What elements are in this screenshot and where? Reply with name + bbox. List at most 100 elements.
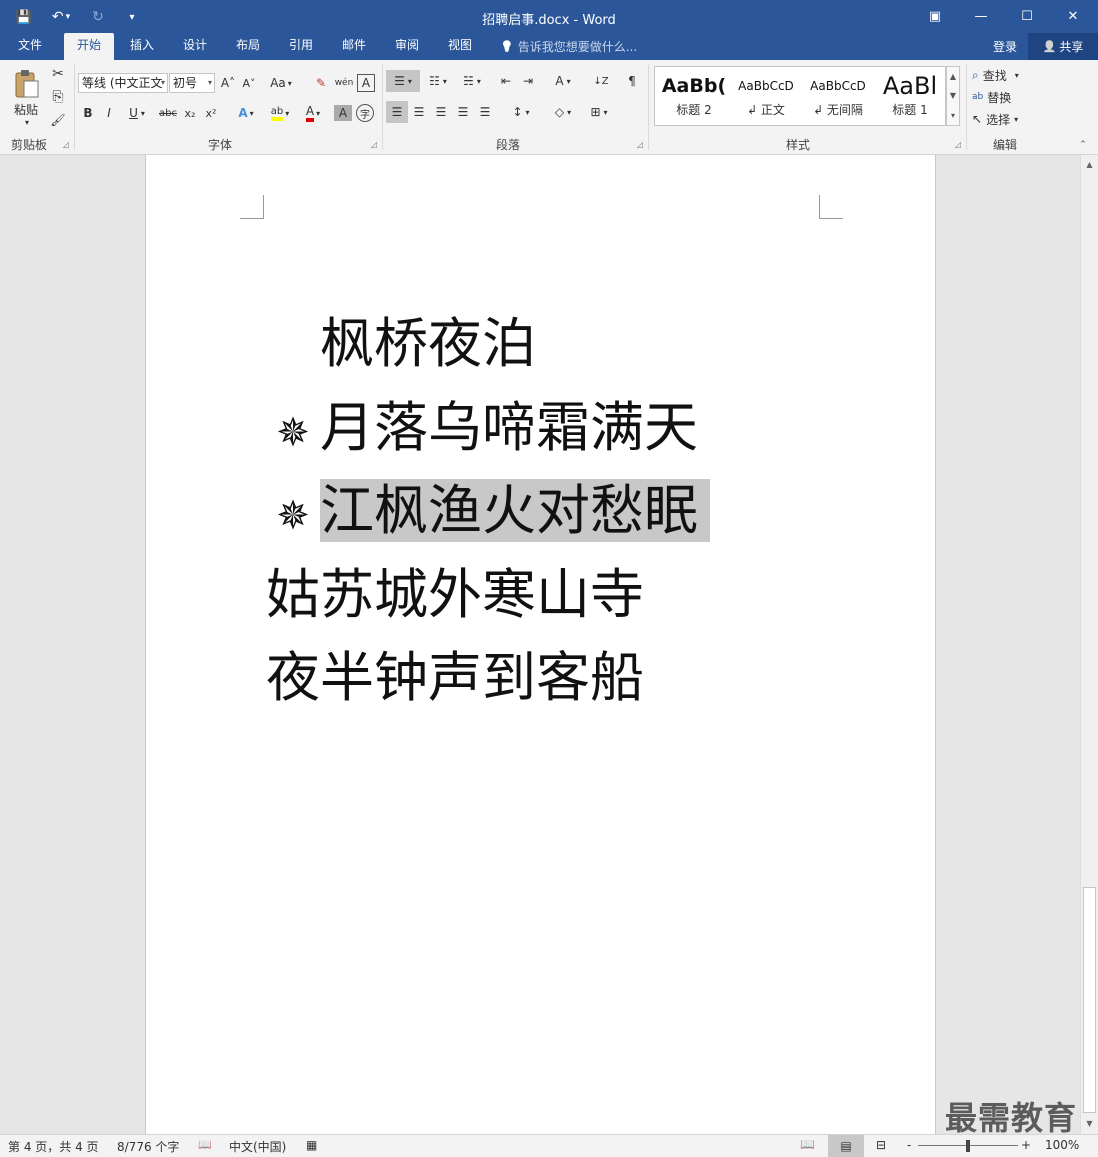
italic-button[interactable]: I [101,102,117,124]
select-dropdown-icon[interactable]: ▾ [1014,115,1018,124]
zoom-slider-thumb[interactable] [966,1140,970,1152]
asian-layout-button[interactable]: A ▾ [548,70,578,92]
document-line-bullet[interactable]: ✵ 月落乌啼霜满天 [266,386,698,470]
scroll-down-icon[interactable]: ▼ [1081,1116,1098,1132]
font-name-dropdown-icon[interactable]: ▾ [161,74,165,92]
multilevel-list-button[interactable]: ☵ ▾ [456,70,488,92]
tab-insert[interactable]: 插入 [118,33,166,60]
paragraph-shading-button[interactable]: ◇ ▾ [546,101,580,123]
vertical-scrollbar[interactable]: ▲ ▼ [1080,155,1098,1134]
tell-me-box[interactable]: 💡 告诉我您想要做什么... [500,38,637,55]
highlight-button[interactable]: ab ▾ [265,102,295,124]
align-left-icon[interactable]: ☰ [386,101,408,123]
grow-font-icon[interactable]: A˄ [219,72,237,94]
bullets-button[interactable]: ☰ ▾ [386,70,420,92]
document-line-bullet-selected[interactable]: ✵ 江枫渔火对愁眠 [266,469,710,553]
change-case-button[interactable]: Aa ▾ [266,72,296,94]
style-heading-1[interactable]: AaBl 标题 1 [874,71,946,123]
zoom-out-button[interactable]: - [907,1138,911,1152]
justify-icon[interactable]: ☰ [453,101,473,123]
word-count[interactable]: 8/776 个字 [117,1138,179,1155]
font-color-button[interactable]: A ▾ [298,102,328,124]
find-dropdown-icon[interactable]: ▾ [1015,71,1019,80]
bold-button[interactable]: B [80,102,96,124]
maximize-icon[interactable]: ☐ [1004,0,1050,33]
web-layout-icon[interactable]: ⊟ [876,1138,886,1152]
superscript-button[interactable]: x² [202,102,220,124]
paragraph-launcher-icon[interactable]: ◿ [634,138,646,150]
phonetic-guide-icon[interactable]: wén [333,72,355,94]
tab-review[interactable]: 审阅 [383,33,431,60]
subscript-button[interactable]: x₂ [181,102,199,124]
tab-layout[interactable]: 布局 [224,33,272,60]
tab-design[interactable]: 设计 [171,33,219,60]
select-button[interactable]: ↖ 选择 ▾ [972,108,1036,130]
highlight-dropdown-icon[interactable]: ▾ [285,109,289,118]
ribbon-display-options-icon[interactable]: ▣ [912,0,958,33]
multilevel-dropdown-icon[interactable]: ▾ [477,77,481,86]
character-shading-icon[interactable]: A [334,105,352,121]
format-painter-icon[interactable]: 🖌 [48,110,68,130]
replace-button[interactable]: ab 替换 [972,86,1028,108]
scroll-up-icon[interactable]: ▲ [1081,157,1098,173]
language-indicator[interactable]: 中文(中国) [229,1138,286,1155]
tab-view[interactable]: 视图 [436,33,484,60]
center-icon[interactable]: ☰ [409,101,429,123]
document-line-title[interactable]: 枫桥夜泊 [266,302,536,386]
sort-icon[interactable]: ↓Z [590,70,612,92]
strikethrough-button[interactable]: abc [157,102,179,124]
show-marks-icon[interactable]: ¶ [622,70,642,92]
distributed-icon[interactable]: ☰ [475,101,495,123]
zoom-in-button[interactable]: + [1021,1138,1031,1152]
font-launcher-icon[interactable]: ◿ [368,138,380,150]
copy-icon[interactable]: ⎘ [48,87,68,107]
character-border-icon[interactable]: A [357,74,375,92]
tab-references[interactable]: 引用 [277,33,325,60]
tab-home[interactable]: 开始 [64,33,114,60]
find-button[interactable]: ⌕ 查找 ▾ [972,64,1036,86]
clear-formatting-icon[interactable]: ✎ [311,72,331,94]
font-size-combo[interactable]: 初号 ▾ [169,73,215,93]
bullets-dropdown-icon[interactable]: ▾ [408,77,412,86]
borders-dropdown-icon[interactable]: ▾ [604,108,608,117]
shading-dropdown-icon[interactable]: ▾ [567,108,571,117]
style-normal[interactable]: AaBbCcD ↲ 正文 [730,71,802,123]
clipboard-launcher-icon[interactable]: ◿ [60,138,72,150]
font-color-dropdown-icon[interactable]: ▾ [316,109,320,118]
minimize-icon[interactable]: — [958,0,1004,33]
print-layout-icon[interactable]: ▤ [828,1135,864,1157]
share-button[interactable]: 👤 共享 [1028,33,1098,60]
paste-dropdown-icon[interactable]: ▾ [20,116,34,128]
underline-button[interactable]: U ▾ [124,102,150,124]
style-no-spacing[interactable]: AaBbCcD ↲ 无间隔 [802,71,874,123]
enclose-characters-icon[interactable]: 字 [356,104,374,122]
read-mode-icon[interactable]: 📖 [800,1137,816,1153]
document-page[interactable]: 枫桥夜泊 ✵ 月落乌啼霜满天 ✵ 江枫渔火对愁眠 姑苏城外寒山寺 夜半钟声到客船 [145,155,936,1134]
text-effects-button[interactable]: A ▾ [232,102,260,124]
close-icon[interactable]: ✕ [1050,0,1096,33]
numbering-dropdown-icon[interactable]: ▾ [443,77,447,86]
change-case-dropdown-icon[interactable]: ▾ [288,79,292,88]
login-link[interactable]: 登录 [993,38,1017,55]
shrink-font-icon[interactable]: A˅ [240,72,258,94]
underline-dropdown-icon[interactable]: ▾ [141,109,145,118]
page-count[interactable]: 第 4 页，共 4 页 [8,1138,99,1155]
font-size-dropdown-icon[interactable]: ▾ [208,74,212,92]
zoom-level[interactable]: 100% [1045,1138,1079,1152]
font-name-combo[interactable]: 等线 (中文正文 ▾ [78,73,168,93]
document-line[interactable]: 姑苏城外寒山寺 [266,553,644,637]
proofing-icon[interactable]: 📖 [198,1138,212,1151]
tab-file[interactable]: 文件 [6,33,54,60]
line-spacing-dropdown-icon[interactable]: ▾ [526,108,530,117]
decrease-indent-icon[interactable]: ⇤ [496,70,516,92]
style-heading-2[interactable]: AaBb( 标题 2 [658,71,730,123]
document-line[interactable]: 夜半钟声到客船 [266,636,644,720]
styles-more-icon[interactable]: ▾ [951,111,955,120]
numbering-button[interactable]: ☷ ▾ [422,70,454,92]
line-spacing-button[interactable]: ↕ ▾ [505,101,537,123]
cut-icon[interactable]: ✂ [48,64,68,84]
styles-launcher-icon[interactable]: ◿ [952,138,964,150]
macro-recording-icon[interactable]: ▦ [306,1138,317,1152]
scroll-thumb[interactable] [1083,887,1096,1113]
tab-mailings[interactable]: 邮件 [330,33,378,60]
